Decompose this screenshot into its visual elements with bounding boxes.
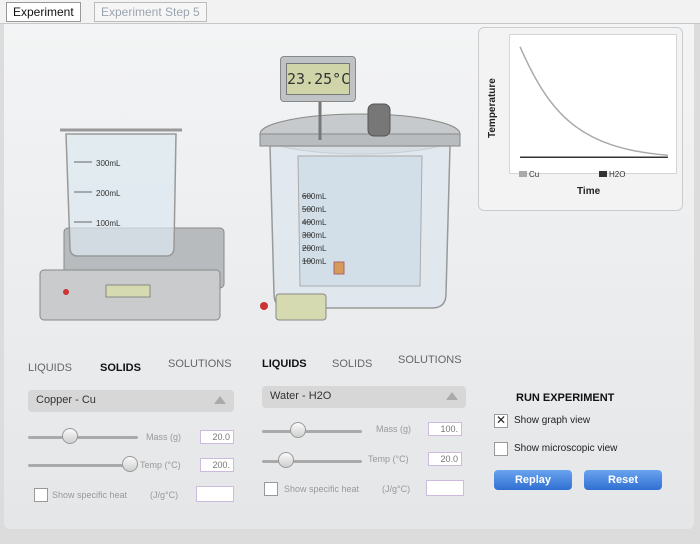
legend-cu-label: Cu <box>529 169 540 179</box>
beaker-mark: 100mL <box>96 219 121 228</box>
right-specific-heat-unit: (J/g°C) <box>382 484 411 494</box>
legend-h2o-swatch <box>599 171 607 177</box>
calorimeter-mark: 100mL <box>302 257 327 266</box>
left-substance-dropdown[interactable]: Copper - Cu <box>28 390 234 412</box>
calorimeter-lid-edge <box>259 133 461 147</box>
thermometer-readout: 23.25°C <box>280 56 356 102</box>
graph-y-label: Temperature <box>487 78 498 138</box>
left-mass-slider-knob[interactable] <box>62 428 78 444</box>
chevron-up-icon <box>446 392 458 400</box>
tab-experiment[interactable]: Experiment <box>6 2 81 22</box>
left-temp-slider-knob[interactable] <box>122 456 138 472</box>
show-microscopic-label: Show microscopic view <box>514 443 618 454</box>
calorimeter-indicator-icon <box>260 302 268 310</box>
right-tab-solids[interactable]: SOLIDS <box>332 358 372 370</box>
right-substance-dropdown[interactable]: Water - H2O <box>262 386 466 408</box>
legend-h2o-label: H2O <box>609 169 626 179</box>
left-tab-solutions[interactable]: SOLUTIONS <box>168 358 232 370</box>
left-tab-liquids[interactable]: LIQUIDS <box>28 362 72 374</box>
beaker-mark: 200mL <box>96 189 121 198</box>
chevron-up-icon <box>214 396 226 404</box>
left-specific-heat-unit: (J/g°C) <box>150 490 179 500</box>
right-specific-heat-checkbox[interactable] <box>264 482 278 496</box>
show-microscopic-checkbox[interactable] <box>494 442 508 456</box>
left-specific-heat-label: Show specific heat <box>52 490 128 500</box>
left-specific-heat-input[interactable] <box>196 486 234 502</box>
right-temp-input[interactable]: 20.0 <box>428 452 462 466</box>
calorimeter-mark: 300mL <box>302 231 327 240</box>
left-mass-label: Mass (g) <box>146 432 182 442</box>
hotplate-display <box>105 284 151 298</box>
left-specific-heat-checkbox[interactable] <box>34 488 48 502</box>
calorimeter-mark: 600mL <box>302 192 327 201</box>
replay-button[interactable]: Replay <box>494 470 572 490</box>
beaker-mark: 300mL <box>96 159 121 168</box>
run-experiment-title: RUN EXPERIMENT <box>516 392 615 404</box>
reset-button[interactable]: Reset <box>584 470 662 490</box>
left-temp-input[interactable]: 200. <box>200 458 234 472</box>
temperature-graph: Temperature Cu H2O Time <box>478 27 683 211</box>
copper-sample <box>333 261 345 275</box>
right-dropdown-value: Water - H2O <box>270 390 332 402</box>
legend-h2o: H2O <box>599 169 625 179</box>
right-tab-liquids[interactable]: LIQUIDS <box>262 358 307 370</box>
right-mass-slider-knob[interactable] <box>290 422 306 438</box>
left-mass-slider-track[interactable] <box>28 436 138 439</box>
right-specific-heat-input[interactable] <box>426 480 464 496</box>
right-mass-label: Mass (g) <box>376 424 412 434</box>
tab-experiment-step[interactable]: Experiment Step 5 <box>94 2 207 22</box>
top-tab-bar: Experiment Experiment Step 5 <box>0 0 700 24</box>
show-graph-checkbox[interactable]: ✕ <box>494 414 508 428</box>
graph-plot-area <box>509 34 677 174</box>
left-mass-input[interactable]: 20.0 <box>200 430 234 444</box>
left-tab-solids[interactable]: SOLIDS <box>100 362 141 374</box>
show-graph-label: Show graph view <box>514 415 591 426</box>
right-specific-heat-label: Show specific heat <box>284 484 360 494</box>
right-temp-label: Temp (°C) <box>368 454 409 464</box>
calorimeter-mark: 500mL <box>302 205 327 214</box>
right-temp-slider-knob[interactable] <box>278 452 294 468</box>
stirrer-knob-icon[interactable] <box>367 103 391 137</box>
graph-x-label: Time <box>577 186 601 197</box>
calorimeter[interactable]: 600mL 500mL 400mL 300mL 200mL 100mL <box>250 96 470 334</box>
beaker-on-hotplate[interactable]: 300mL 200mL 100mL <box>36 120 226 325</box>
calorimeter-mark: 400mL <box>302 218 327 227</box>
calorimeter-mark: 200mL <box>302 244 327 253</box>
beaker-glass <box>65 133 177 257</box>
legend-cu-swatch <box>519 171 527 177</box>
legend-cu: Cu <box>519 169 539 179</box>
right-mass-slider-track[interactable] <box>262 430 362 433</box>
temperature-value: 23.25°C <box>286 63 350 95</box>
hotplate-indicator-icon <box>63 289 69 295</box>
right-mass-input[interactable]: 100. <box>428 422 462 436</box>
calorimeter-display <box>275 293 327 321</box>
cu-curve <box>519 46 668 156</box>
left-dropdown-value: Copper - Cu <box>36 394 96 406</box>
left-temp-label: Temp (°C) <box>140 460 181 470</box>
right-tab-solutions[interactable]: SOLUTIONS <box>398 354 462 366</box>
right-temp-slider-track[interactable] <box>262 460 362 463</box>
